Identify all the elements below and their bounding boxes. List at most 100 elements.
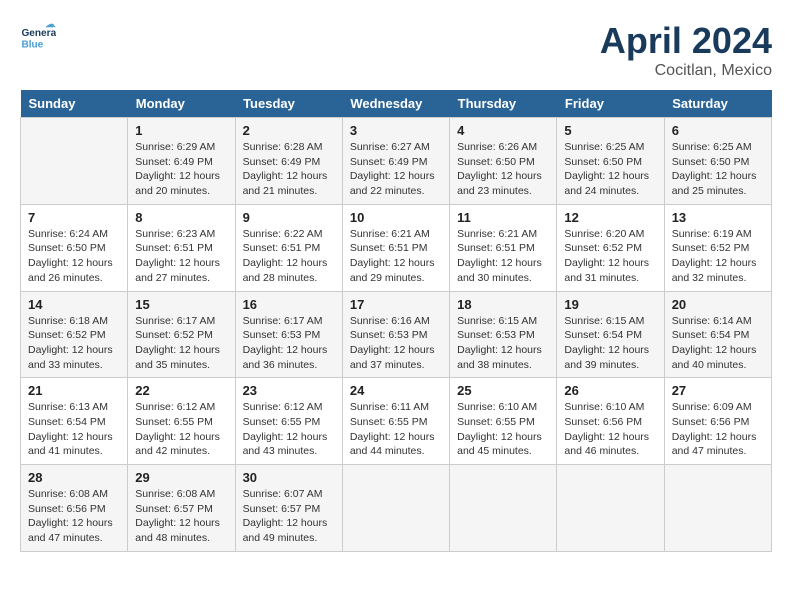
day-number: 13: [672, 210, 764, 225]
day-number: 23: [243, 383, 335, 398]
day-cell: 10 Sunrise: 6:21 AMSunset: 6:51 PMDayligh…: [342, 204, 449, 291]
day-cell: 11Sunrise: 6:21 AMSunset: 6:51 PMDayligh…: [450, 204, 557, 291]
day-number: 17: [350, 297, 442, 312]
day-cell: 28 Sunrise: 6:08 AMSunset: 6:56 PMDayligh…: [21, 465, 128, 552]
day-number: 27: [672, 383, 764, 398]
day-cell: [664, 465, 771, 552]
week-row-1: 1 Sunrise: 6:29 AMSunset: 6:49 PMDaylight…: [21, 118, 772, 205]
day-info: Sunrise: 6:27 AMSunset: 6:49 PMDaylight:…: [350, 140, 442, 199]
day-info: Sunrise: 6:14 AMSunset: 6:54 PMDaylight:…: [672, 314, 764, 373]
day-cell: 17 Sunrise: 6:16 AMSunset: 6:53 PMDayligh…: [342, 291, 449, 378]
day-number: 3: [350, 123, 442, 138]
day-cell: 4 Sunrise: 6:26 AMSunset: 6:50 PMDaylight…: [450, 118, 557, 205]
day-cell: 23 Sunrise: 6:12 AMSunset: 6:55 PMDayligh…: [235, 378, 342, 465]
day-number: 14: [28, 297, 120, 312]
day-info: Sunrise: 6:17 AMSunset: 6:52 PMDaylight:…: [135, 314, 227, 373]
day-number: 22: [135, 383, 227, 398]
day-cell: 30Sunrise: 6:07 AMSunset: 6:57 PMDayligh…: [235, 465, 342, 552]
day-info: Sunrise: 6:15 AMSunset: 6:54 PMDaylight:…: [564, 314, 656, 373]
day-number: 25: [457, 383, 549, 398]
day-info: Sunrise: 6:10 AMSunset: 6:56 PMDaylight:…: [564, 400, 656, 459]
day-header-wednesday: Wednesday: [342, 90, 449, 118]
day-number: 29: [135, 470, 227, 485]
day-info: Sunrise: 6:21 AMSunset: 6:51 PMDaylight:…: [350, 227, 442, 286]
day-number: 8: [135, 210, 227, 225]
day-number: 16: [243, 297, 335, 312]
day-number: 9: [243, 210, 335, 225]
day-cell: 9 Sunrise: 6:22 AMSunset: 6:51 PMDaylight…: [235, 204, 342, 291]
day-cell: 29 Sunrise: 6:08 AMSunset: 6:57 PMDayligh…: [128, 465, 235, 552]
day-cell: 15 Sunrise: 6:17 AMSunset: 6:52 PMDayligh…: [128, 291, 235, 378]
day-number: 26: [564, 383, 656, 398]
day-number: 12: [564, 210, 656, 225]
day-number: 28: [28, 470, 120, 485]
day-number: 7: [28, 210, 120, 225]
day-header-tuesday: Tuesday: [235, 90, 342, 118]
day-info: Sunrise: 6:12 AMSunset: 6:55 PMDaylight:…: [243, 400, 335, 459]
month-title: April 2024: [600, 20, 772, 62]
day-cell: 26 Sunrise: 6:10 AMSunset: 6:56 PMDayligh…: [557, 378, 664, 465]
svg-text:Blue: Blue: [21, 39, 43, 50]
day-info: Sunrise: 6:26 AMSunset: 6:50 PMDaylight:…: [457, 140, 549, 199]
day-info: Sunrise: 6:25 AMSunset: 6:50 PMDaylight:…: [564, 140, 656, 199]
day-cell: 2 Sunrise: 6:28 AMSunset: 6:49 PMDaylight…: [235, 118, 342, 205]
day-info: Sunrise: 6:29 AMSunset: 6:49 PMDaylight:…: [135, 140, 227, 199]
day-cell: 13 Sunrise: 6:19 AMSunset: 6:52 PMDayligh…: [664, 204, 771, 291]
day-cell: 12 Sunrise: 6:20 AMSunset: 6:52 PMDayligh…: [557, 204, 664, 291]
day-number: 15: [135, 297, 227, 312]
day-info: Sunrise: 6:22 AMSunset: 6:51 PMDaylight:…: [243, 227, 335, 286]
logo: General Blue: [20, 20, 56, 56]
day-number: 18: [457, 297, 549, 312]
logo-icon: General Blue: [20, 20, 56, 56]
day-cell: [21, 118, 128, 205]
svg-text:General: General: [21, 28, 56, 39]
day-cell: 6Sunrise: 6:25 AMSunset: 6:50 PMDaylight…: [664, 118, 771, 205]
day-cell: 25Sunrise: 6:10 AMSunset: 6:55 PMDayligh…: [450, 378, 557, 465]
day-info: Sunrise: 6:12 AMSunset: 6:55 PMDaylight:…: [135, 400, 227, 459]
page-header: General Blue April 2024 Cocitlan, Mexico: [20, 20, 772, 80]
day-cell: [342, 465, 449, 552]
day-header-friday: Friday: [557, 90, 664, 118]
day-number: 4: [457, 123, 549, 138]
day-cell: 14Sunrise: 6:18 AMSunset: 6:52 PMDayligh…: [21, 291, 128, 378]
day-info: Sunrise: 6:07 AMSunset: 6:57 PMDaylight:…: [243, 487, 335, 546]
day-cell: 22 Sunrise: 6:12 AMSunset: 6:55 PMDayligh…: [128, 378, 235, 465]
day-cell: 24 Sunrise: 6:11 AMSunset: 6:55 PMDayligh…: [342, 378, 449, 465]
day-info: Sunrise: 6:23 AMSunset: 6:51 PMDaylight:…: [135, 227, 227, 286]
day-cell: [557, 465, 664, 552]
day-info: Sunrise: 6:20 AMSunset: 6:52 PMDaylight:…: [564, 227, 656, 286]
day-info: Sunrise: 6:13 AMSunset: 6:54 PMDaylight:…: [28, 400, 120, 459]
day-header-monday: Monday: [128, 90, 235, 118]
day-number: 5: [564, 123, 656, 138]
day-info: Sunrise: 6:08 AMSunset: 6:56 PMDaylight:…: [28, 487, 120, 546]
day-number: 24: [350, 383, 442, 398]
day-header-thursday: Thursday: [450, 90, 557, 118]
day-number: 1: [135, 123, 227, 138]
day-number: 20: [672, 297, 764, 312]
day-number: 21: [28, 383, 120, 398]
day-info: Sunrise: 6:24 AMSunset: 6:50 PMDaylight:…: [28, 227, 120, 286]
day-cell: 27 Sunrise: 6:09 AMSunset: 6:56 PMDayligh…: [664, 378, 771, 465]
week-row-3: 14Sunrise: 6:18 AMSunset: 6:52 PMDayligh…: [21, 291, 772, 378]
day-number: 2: [243, 123, 335, 138]
week-row-2: 7 Sunrise: 6:24 AMSunset: 6:50 PMDaylight…: [21, 204, 772, 291]
day-number: 10: [350, 210, 442, 225]
day-number: 19: [564, 297, 656, 312]
day-info: Sunrise: 6:21 AMSunset: 6:51 PMDaylight:…: [457, 227, 549, 286]
day-info: Sunrise: 6:09 AMSunset: 6:56 PMDaylight:…: [672, 400, 764, 459]
day-info: Sunrise: 6:16 AMSunset: 6:53 PMDaylight:…: [350, 314, 442, 373]
day-info: Sunrise: 6:11 AMSunset: 6:55 PMDaylight:…: [350, 400, 442, 459]
day-cell: 5 Sunrise: 6:25 AMSunset: 6:50 PMDaylight…: [557, 118, 664, 205]
day-cell: 1 Sunrise: 6:29 AMSunset: 6:49 PMDaylight…: [128, 118, 235, 205]
day-header-saturday: Saturday: [664, 90, 771, 118]
day-info: Sunrise: 6:19 AMSunset: 6:52 PMDaylight:…: [672, 227, 764, 286]
day-info: Sunrise: 6:08 AMSunset: 6:57 PMDaylight:…: [135, 487, 227, 546]
day-cell: 18Sunrise: 6:15 AMSunset: 6:53 PMDayligh…: [450, 291, 557, 378]
day-cell: 7 Sunrise: 6:24 AMSunset: 6:50 PMDaylight…: [21, 204, 128, 291]
day-info: Sunrise: 6:25 AMSunset: 6:50 PMDaylight:…: [672, 140, 764, 199]
day-info: Sunrise: 6:28 AMSunset: 6:49 PMDaylight:…: [243, 140, 335, 199]
day-cell: 20 Sunrise: 6:14 AMSunset: 6:54 PMDayligh…: [664, 291, 771, 378]
day-cell: 19 Sunrise: 6:15 AMSunset: 6:54 PMDayligh…: [557, 291, 664, 378]
day-cell: 3 Sunrise: 6:27 AMSunset: 6:49 PMDaylight…: [342, 118, 449, 205]
title-section: April 2024 Cocitlan, Mexico: [600, 20, 772, 80]
